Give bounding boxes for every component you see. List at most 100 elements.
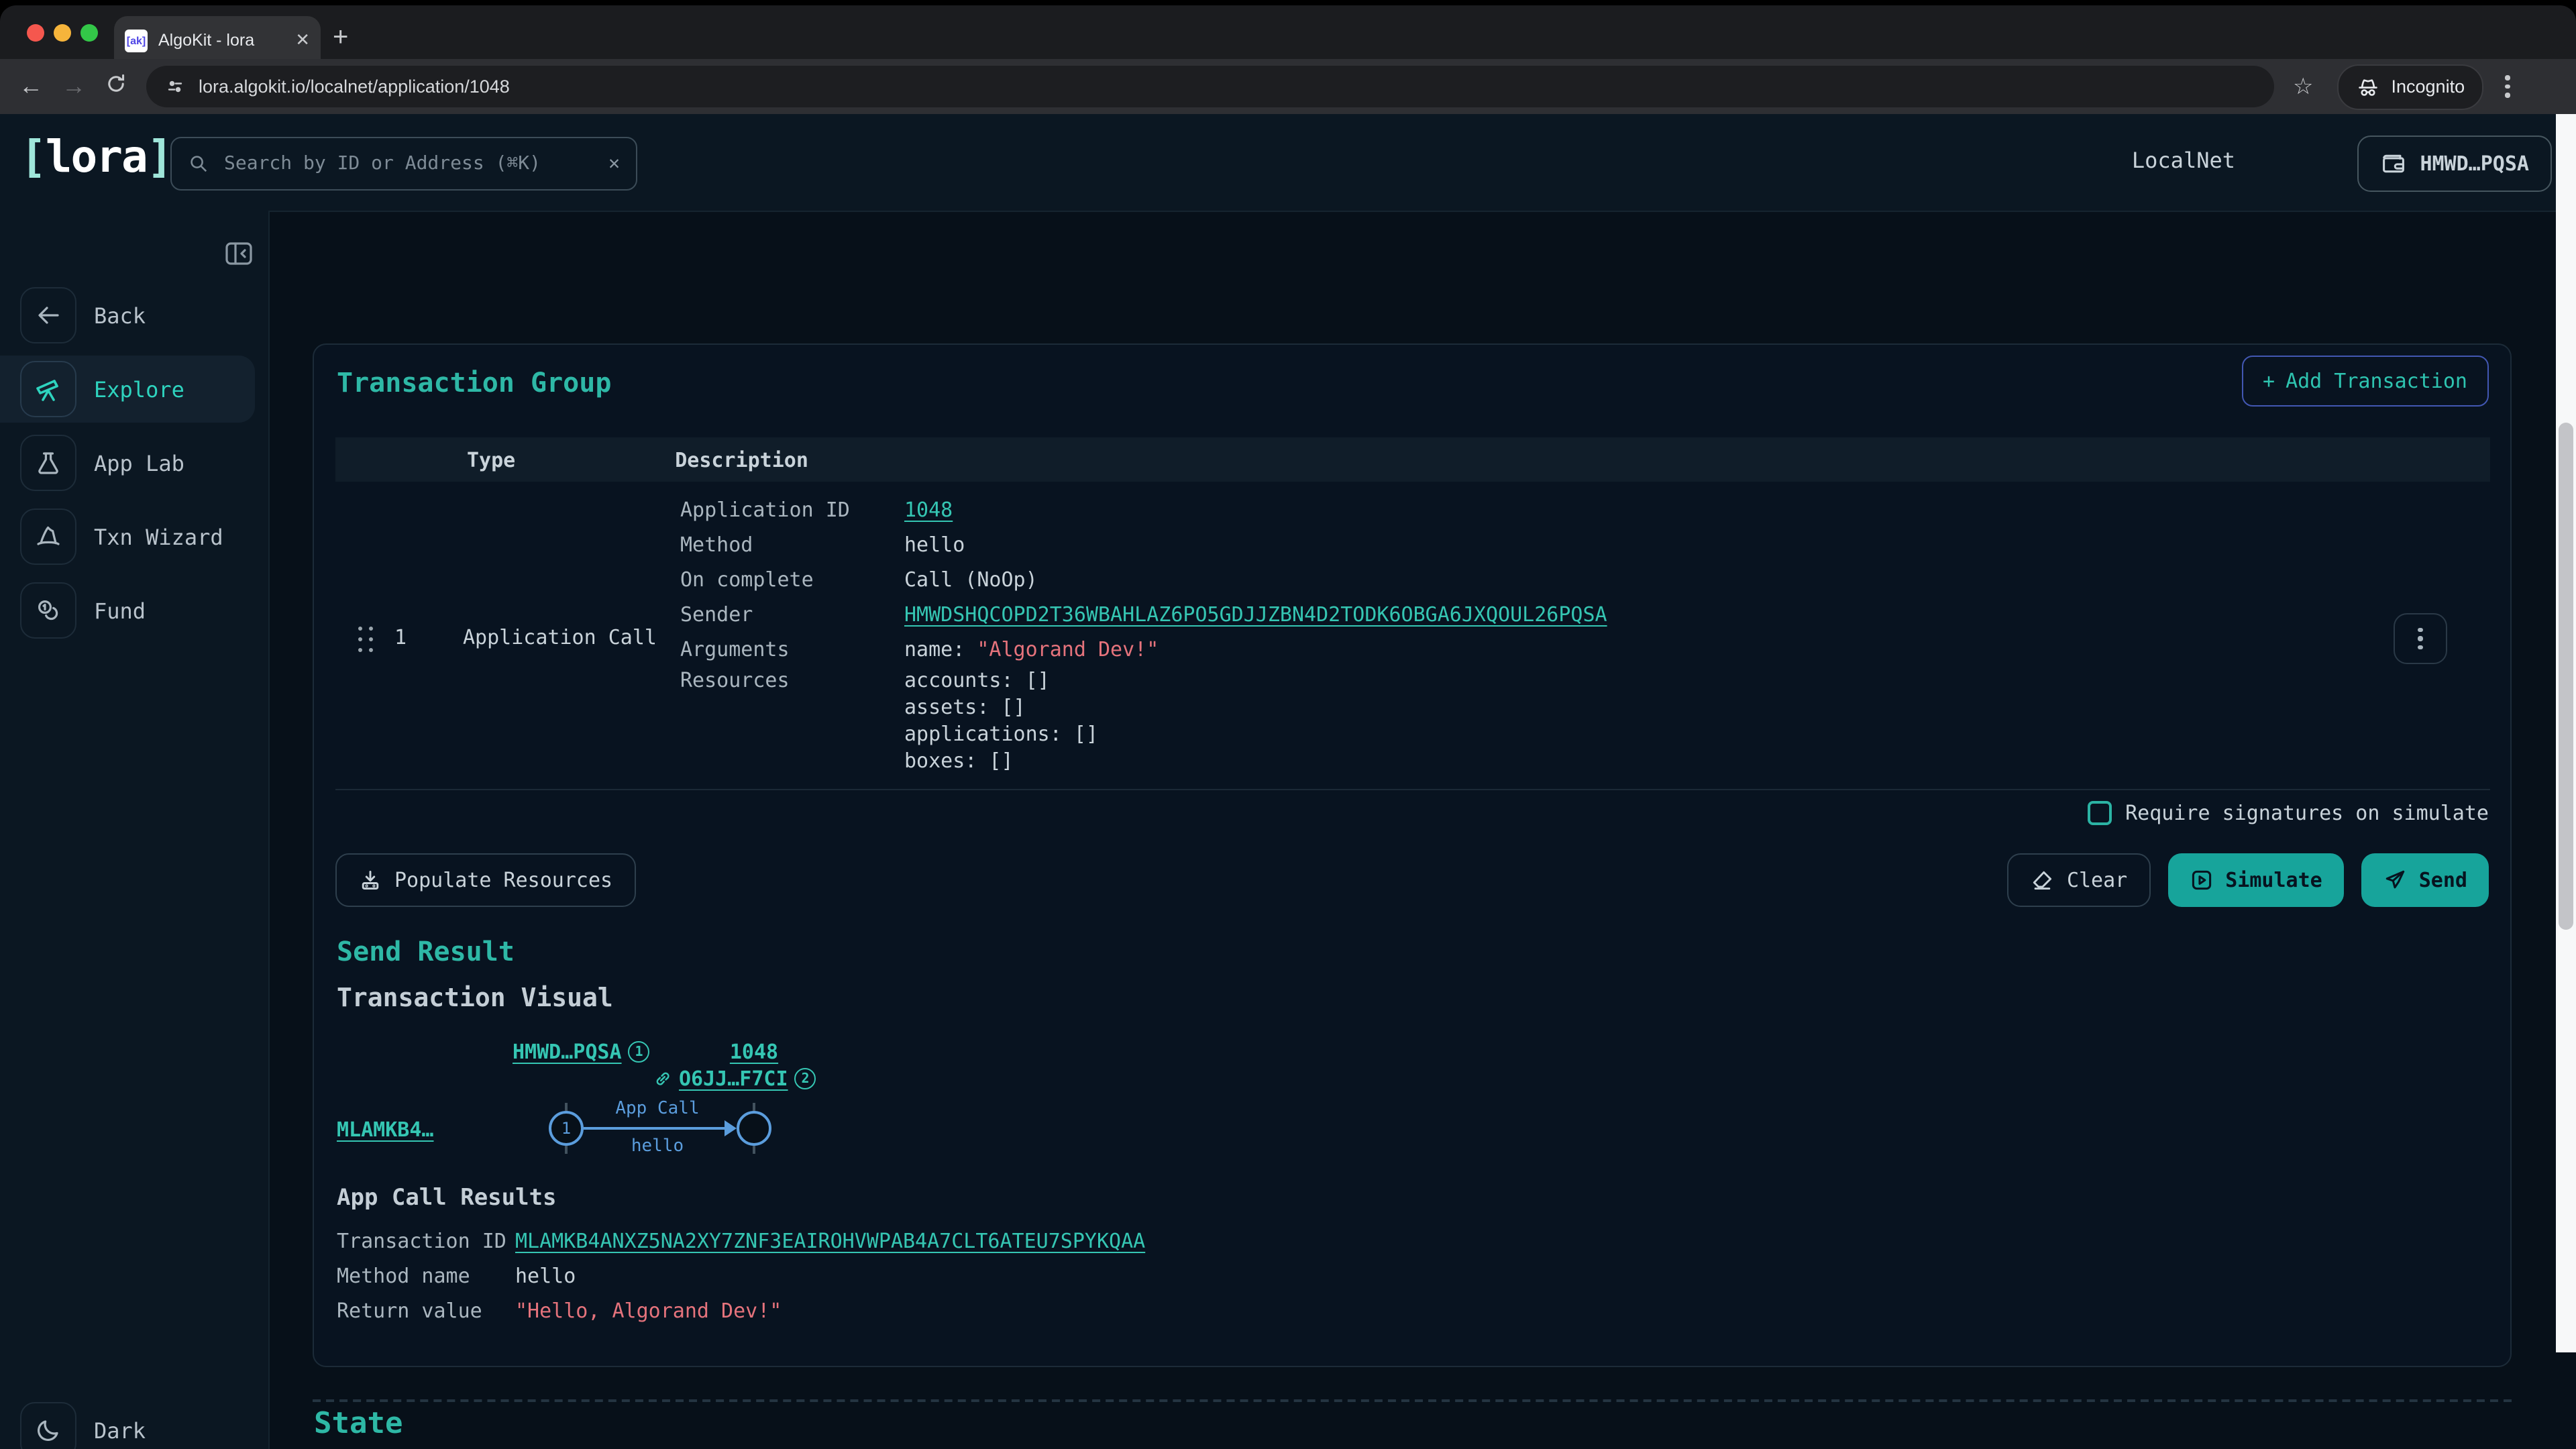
sender-address-link[interactable]: HMWDSHQCOPD2T36WBAHLAZ6PO5GDJJZBN4D2TODK… — [904, 597, 1607, 632]
download-tray-icon — [358, 868, 382, 892]
tab-close-icon[interactable]: ✕ — [295, 30, 310, 51]
collapse-sidebar-icon[interactable] — [223, 237, 255, 270]
window-minimize-button[interactable] — [54, 24, 71, 42]
page-scrollbar[interactable] — [2556, 114, 2576, 1352]
result-method-name: Method name hello — [337, 1258, 1145, 1293]
url-text: lora.algokit.io/localnet/application/104… — [199, 76, 510, 97]
sidebar-item-dark-mode[interactable]: Dark — [0, 1403, 268, 1449]
field-on-complete: On complete Call (NoOp) — [680, 562, 2290, 597]
browser-tab[interactable]: [ak] AlgoKit - lora ✕ — [114, 16, 321, 64]
field-method: Method hello — [680, 527, 2290, 562]
application-id-link[interactable]: 1048 — [904, 492, 953, 527]
require-signatures-checkbox[interactable] — [2088, 801, 2112, 825]
moon-icon — [20, 1402, 76, 1449]
field-resources: Resources accounts: [] assets: [] applic… — [680, 667, 2290, 774]
link-icon — [653, 1069, 672, 1088]
eraser-icon — [2031, 868, 2055, 892]
browser-menu-icon[interactable] — [2505, 76, 2510, 98]
row-type: Application Call — [463, 625, 657, 649]
field-arguments: Arguments name: "Algorand Dev!" — [680, 632, 2290, 667]
sidebar-item-back[interactable]: Back — [0, 288, 268, 342]
sidebar-label-back: Back — [94, 303, 146, 328]
tab-title: AlgoKit - lora — [158, 31, 284, 50]
incognito-badge: Incognito — [2338, 64, 2484, 109]
site-info-icon[interactable] — [165, 76, 185, 97]
wizard-hat-icon — [20, 508, 76, 565]
app-id-link[interactable]: 1048 — [730, 1040, 778, 1064]
bookmark-star-icon[interactable]: ☆ — [2293, 73, 2314, 100]
scrollbar-thumb[interactable] — [2559, 423, 2573, 930]
result-transaction-id: Transaction ID MLAMKB4ANXZ5NA2XY7ZNF3EAI… — [337, 1224, 1145, 1258]
resource-applications: applications: [] — [904, 720, 1098, 747]
txn-table-row[interactable]: 1 Application Call Application ID 1048 M… — [335, 482, 2490, 790]
back-icon[interactable]: ← — [19, 72, 43, 101]
sidebar-item-txn-wizard[interactable]: Txn Wizard — [0, 510, 268, 564]
app-call-results: Transaction ID MLAMKB4ANXZ5NA2XY7ZNF3EAI… — [337, 1224, 1145, 1328]
search-box[interactable]: ✕ — [170, 137, 637, 191]
drag-handle-icon[interactable] — [354, 623, 376, 655]
account-link[interactable]: HMWD…PQSA — [513, 1040, 622, 1064]
url-bar[interactable]: lora.algokit.io/localnet/application/104… — [146, 66, 2274, 107]
add-transaction-button[interactable]: + Add Transaction — [2241, 356, 2489, 407]
lora-logo[interactable]: [lora] — [20, 130, 172, 182]
group-link[interactable]: O6JJ…F7CI — [679, 1067, 788, 1091]
simulate-play-icon — [2189, 868, 2213, 892]
search-input[interactable] — [221, 152, 596, 176]
transaction-link[interactable]: MLAMKB4… — [337, 1118, 434, 1142]
sidebar: Back Explore — [0, 211, 270, 1449]
incognito-label: Incognito — [2392, 76, 2465, 97]
edge-label-method: hello — [577, 1136, 738, 1157]
send-button[interactable]: Send — [2361, 853, 2489, 907]
search-clear-icon[interactable]: ✕ — [608, 153, 620, 174]
coins-icon — [20, 582, 76, 639]
reload-icon[interactable] — [105, 72, 127, 101]
wallet-icon — [2379, 152, 2406, 176]
wallet-address: HMWD…PQSA — [2420, 152, 2529, 176]
graph-group-row: O6JJ…F7CI 2 — [653, 1067, 816, 1091]
sidebar-item-fund[interactable]: Fund — [0, 584, 268, 637]
txn-table-header: Type Description — [335, 437, 2490, 482]
column-description: Description — [675, 447, 808, 472]
field-application-id: Application ID 1048 — [680, 492, 2290, 527]
require-signatures-label: Require signatures on simulate — [2125, 801, 2489, 825]
telescope-icon — [20, 361, 76, 417]
send-plane-icon — [2383, 868, 2407, 892]
main-content: Transaction Group + Add Transaction Type… — [268, 211, 2556, 1449]
graph-edge-line — [584, 1127, 727, 1130]
window-zoom-button[interactable] — [80, 24, 98, 42]
group-badge: 2 — [795, 1068, 816, 1089]
browser-toolbar: ← → lora.algokit.io/localnet/application… — [0, 59, 2576, 114]
search-icon — [188, 153, 209, 174]
graph-account-column: HMWD…PQSA 1 — [513, 1040, 650, 1064]
tab-strip: [ak] AlgoKit - lora ✕ + — [0, 5, 2576, 59]
forward-icon[interactable]: → — [62, 72, 86, 101]
sidebar-item-explore[interactable]: Explore — [0, 356, 255, 423]
transaction-id-link[interactable]: MLAMKB4ANXZ5NA2XY7ZNF3EAIROHVWPAB4A7CLT6… — [515, 1224, 1145, 1258]
new-tab-button[interactable]: + — [333, 24, 348, 51]
resource-accounts: accounts: [] — [904, 667, 1098, 694]
network-label[interactable]: LocalNet — [2132, 148, 2235, 173]
clear-button[interactable]: Clear — [2008, 853, 2150, 907]
wallet-button[interactable]: HMWD…PQSA — [2357, 136, 2552, 192]
sidebar-item-app-lab[interactable]: App Lab — [0, 436, 268, 490]
simulate-button[interactable]: Simulate — [2167, 853, 2344, 907]
resource-boxes: boxes: [] — [904, 747, 1098, 774]
window-close-button[interactable] — [27, 24, 44, 42]
require-signatures-row: Require signatures on simulate — [2088, 801, 2489, 825]
back-arrow-icon — [20, 287, 76, 343]
app-root: [lora] ✕ LocalNet HMWD…PQSA — [0, 114, 2576, 1449]
section-divider — [313, 1399, 2512, 1402]
incognito-icon — [2357, 76, 2381, 97]
plus-icon: + — [2263, 369, 2275, 393]
graph-arrowhead — [724, 1120, 737, 1136]
transaction-group-card: Transaction Group + Add Transaction Type… — [313, 343, 2512, 1367]
row-menu-button[interactable] — [2394, 613, 2447, 664]
graph-to-node[interactable] — [737, 1111, 771, 1146]
field-sender: Sender HMWDSHQCOPD2T36WBAHLAZ6PO5GDJJZBN… — [680, 597, 2290, 632]
transaction-visual-title: Transaction Visual — [337, 983, 613, 1013]
argument-value: "Algorand Dev!" — [977, 637, 1159, 661]
result-return-value: Return value "Hello, Algorand Dev!" — [337, 1293, 1145, 1328]
transaction-group-title: Transaction Group — [337, 366, 611, 398]
populate-resources-button[interactable]: Populate Resources — [335, 853, 635, 907]
row-index: 1 — [394, 625, 407, 649]
